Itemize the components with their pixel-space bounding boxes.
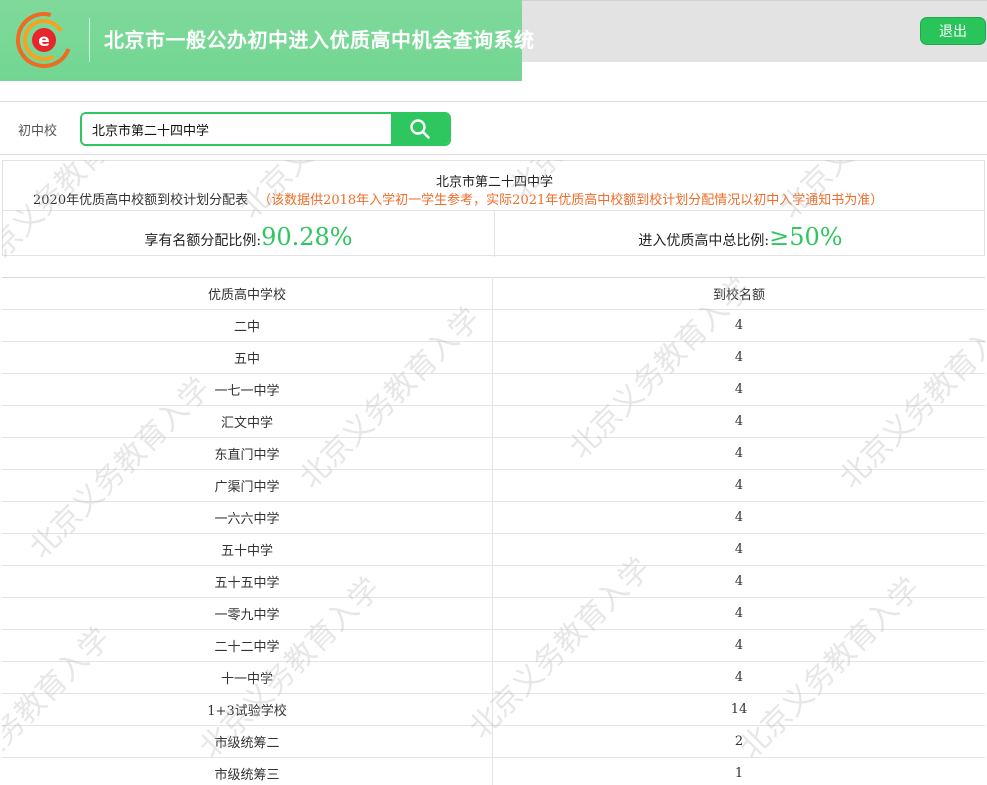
quota-cell: 4	[492, 501, 985, 534]
quota-ratio-value: 90.28%	[261, 223, 353, 251]
table-row: 五十中学 4	[2, 533, 985, 566]
school-search-input[interactable]	[82, 114, 391, 144]
quota-ratio: 享有名额分配比例:90.28%	[3, 223, 494, 251]
table-row: 五十五中学 4	[2, 565, 985, 598]
school-cell: 二十二中学	[2, 629, 493, 662]
table-row: 东直门中学 4	[2, 437, 985, 470]
search-label: 初中校	[18, 124, 58, 139]
search-box	[80, 112, 451, 146]
quota-cell: 4	[492, 373, 985, 406]
school-cell: 广渠门中学	[2, 469, 493, 502]
total-ratio: 进入优质高中总比例:≥50%	[495, 223, 985, 251]
school-cell: 十一中学	[2, 661, 493, 694]
quota-cell: 14	[492, 693, 985, 726]
table-row: 广渠门中学 4	[2, 469, 985, 502]
search-bar: 初中校	[0, 102, 987, 155]
quota-ratio-label: 享有名额分配比例:	[144, 233, 262, 249]
system-logo-icon: e	[16, 12, 72, 68]
school-cell: 市级统筹二	[2, 725, 493, 758]
header-banner: e 北京市一般公办初中进入优质高中机会查询系统	[0, 0, 534, 81]
table-row: 一零九中学 4	[2, 597, 985, 630]
table-header-row: 优质高中学校 到校名额	[2, 277, 985, 310]
school-cell: 五十五中学	[2, 565, 493, 598]
school-cell: 东直门中学	[2, 437, 493, 470]
table-row: 一七一中学 4	[2, 373, 985, 406]
school-cell: 五中	[2, 341, 493, 374]
total-ratio-label: 进入优质高中总比例:	[638, 233, 770, 249]
plan-note: （该数据供2018年入学初一学生参考，实际2021年优质高中校额到校计划分配情况…	[258, 193, 884, 208]
table-row: 汇文中学 4	[2, 405, 985, 438]
quota-cell: 4	[492, 405, 985, 438]
allocation-table-wrap: 优质高中学校 到校名额 二中 4 五中 4 一七一中学 4 汇文中学 4 东直门中学 4 …	[2, 277, 985, 785]
quota-cell: 4	[492, 629, 985, 662]
summary-panel: 北京市第二十四中学 2020年优质高中校额到校计划分配表 （该数据供2018年入学…	[2, 160, 985, 257]
total-ratio-value: ≥50%	[769, 223, 843, 251]
quota-cell: 4	[492, 661, 985, 694]
quota-cell: 4	[492, 533, 985, 566]
search-icon	[410, 119, 430, 139]
table-row: 五中 4	[2, 341, 985, 374]
result-panel: 北京市第二十四中学 2020年优质高中校额到校计划分配表 （该数据供2018年入学…	[2, 160, 985, 785]
plan-line: 2020年优质高中校额到校计划分配表 （该数据供2018年入学初一学生参考，实际2…	[33, 189, 883, 208]
school-cell: 一六六中学	[2, 501, 493, 534]
table-row: 二中 4	[2, 309, 985, 342]
quota-cell: 4	[492, 597, 985, 630]
table-row: 市级统筹二 2	[2, 725, 985, 758]
header-quota: 到校名额	[492, 277, 985, 310]
table-row: 市级统筹三 1	[2, 757, 985, 785]
quota-cell: 4	[492, 469, 985, 502]
quota-cell: 4	[492, 309, 985, 342]
school-cell: 市级统筹三	[2, 757, 493, 785]
quota-cell: 4	[492, 565, 985, 598]
school-cell: 1+3试验学校	[2, 693, 493, 726]
page-title: 北京市一般公办初中进入优质高中机会查询系统	[104, 28, 535, 52]
logo-letter: e	[38, 31, 50, 51]
quota-cell: 2	[492, 725, 985, 758]
allocation-table: 优质高中学校 到校名额 二中 4 五中 4 一七一中学 4 汇文中学 4 东直门中学 4 …	[2, 277, 985, 785]
school-cell: 一零九中学	[2, 597, 493, 630]
quota-cell: 1	[492, 757, 985, 785]
search-button[interactable]	[391, 114, 449, 144]
school-cell: 汇文中学	[2, 405, 493, 438]
table-row: 一六六中学 4	[2, 501, 985, 534]
table-row: 二十二中学 4	[2, 629, 985, 662]
table-row: 1+3试验学校 14	[2, 693, 985, 726]
quota-cell: 4	[492, 341, 985, 374]
school-cell: 五十中学	[2, 533, 493, 566]
plan-title: 2020年优质高中校额到校计划分配表	[33, 193, 249, 208]
banner-divider	[89, 18, 90, 62]
logout-button[interactable]: 退出	[920, 17, 986, 45]
school-name: 北京市第二十四中学	[435, 175, 553, 190]
header-school: 优质高中学校	[2, 277, 493, 310]
quota-cell: 4	[492, 437, 985, 470]
table-row: 十一中学 4	[2, 661, 985, 694]
school-cell: 一七一中学	[2, 373, 493, 406]
school-cell: 二中	[2, 309, 493, 342]
